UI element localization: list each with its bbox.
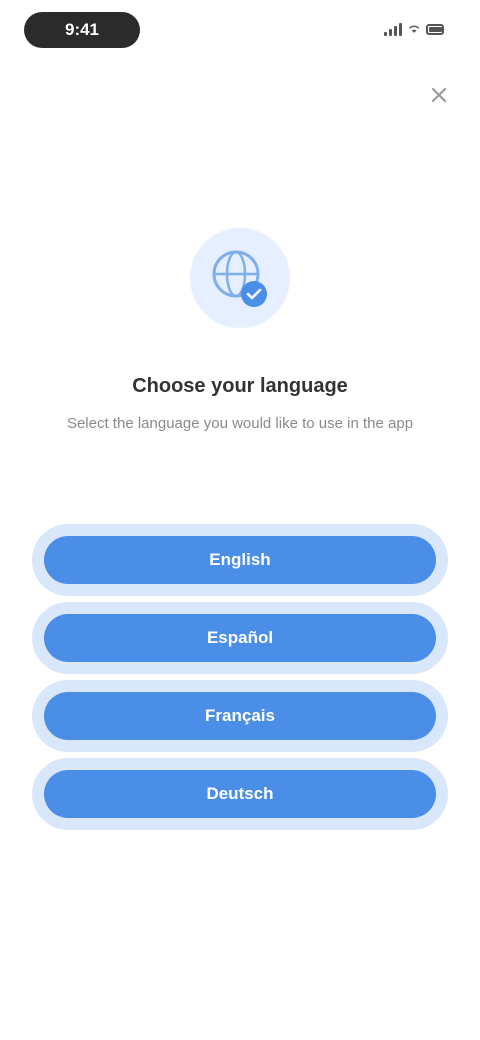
language-options: English Español Français Deutsch	[44, 536, 436, 818]
status-time: 9:41	[24, 12, 140, 48]
wifi-icon	[409, 25, 420, 33]
page-subtitle: Select the language you would like to us…	[66, 415, 414, 432]
language-option-button[interactable]: English	[44, 536, 436, 584]
battery-icon	[426, 23, 444, 35]
close-button[interactable]	[422, 78, 456, 112]
status-icons	[384, 20, 444, 38]
close-icon	[431, 87, 447, 103]
language-option-button[interactable]: Français	[44, 692, 436, 740]
page-title: Choose your language	[132, 375, 348, 397]
signal-icon	[384, 22, 402, 36]
hero-icon-badge	[190, 228, 290, 328]
globe-icon	[212, 250, 267, 307]
status-bar: 9:41	[0, 0, 480, 60]
language-option-button[interactable]: Deutsch	[44, 770, 436, 818]
language-option-button[interactable]: Español	[44, 614, 436, 662]
